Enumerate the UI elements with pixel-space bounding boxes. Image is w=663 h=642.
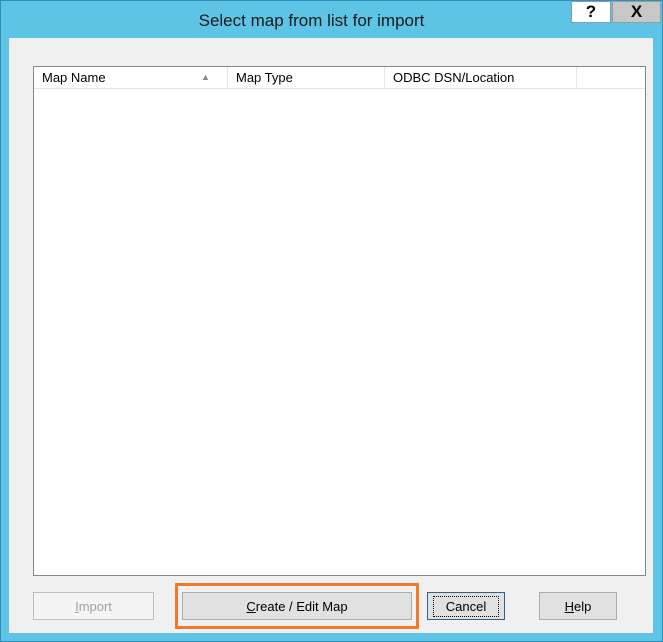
help-title-button[interactable]: ? [571, 1, 611, 23]
column-map-type-label: Map Type [236, 70, 293, 85]
column-odbc-location-label: ODBC DSN/Location [393, 70, 515, 85]
list-body[interactable] [34, 89, 645, 575]
dialog-body: Map Name ▲ Map Type ODBC DSN/Location Im… [9, 38, 653, 633]
create-edit-map-button[interactable]: Create / Edit Map [182, 592, 412, 620]
column-map-name-label: Map Name [42, 70, 106, 85]
import-map-dialog: Select map from list for import ? X Map … [0, 0, 663, 642]
title-bar[interactable]: Select map from list for import ? X [1, 1, 662, 37]
sort-ascending-icon: ▲ [201, 72, 210, 82]
cancel-label: Cancel [432, 595, 500, 617]
create-accel: C [246, 598, 256, 614]
dialog-title: Select map from list for import [198, 11, 425, 30]
create-label-rest: reate / Edit Map [255, 598, 348, 614]
column-odbc-location[interactable]: ODBC DSN/Location [385, 67, 577, 88]
help-label-rest: elp [574, 598, 592, 614]
help-accel: H [564, 598, 575, 614]
close-button[interactable]: X [612, 1, 661, 23]
list-header: Map Name ▲ Map Type ODBC DSN/Location [34, 67, 645, 89]
help-button[interactable]: Help [539, 592, 617, 620]
column-map-type[interactable]: Map Type [228, 67, 385, 88]
cancel-button[interactable]: Cancel [427, 592, 505, 620]
import-button[interactable]: Import [33, 592, 154, 620]
map-list[interactable]: Map Name ▲ Map Type ODBC DSN/Location [33, 66, 646, 576]
column-map-name[interactable]: Map Name ▲ [34, 67, 228, 88]
import-label-rest: mport [78, 598, 112, 614]
